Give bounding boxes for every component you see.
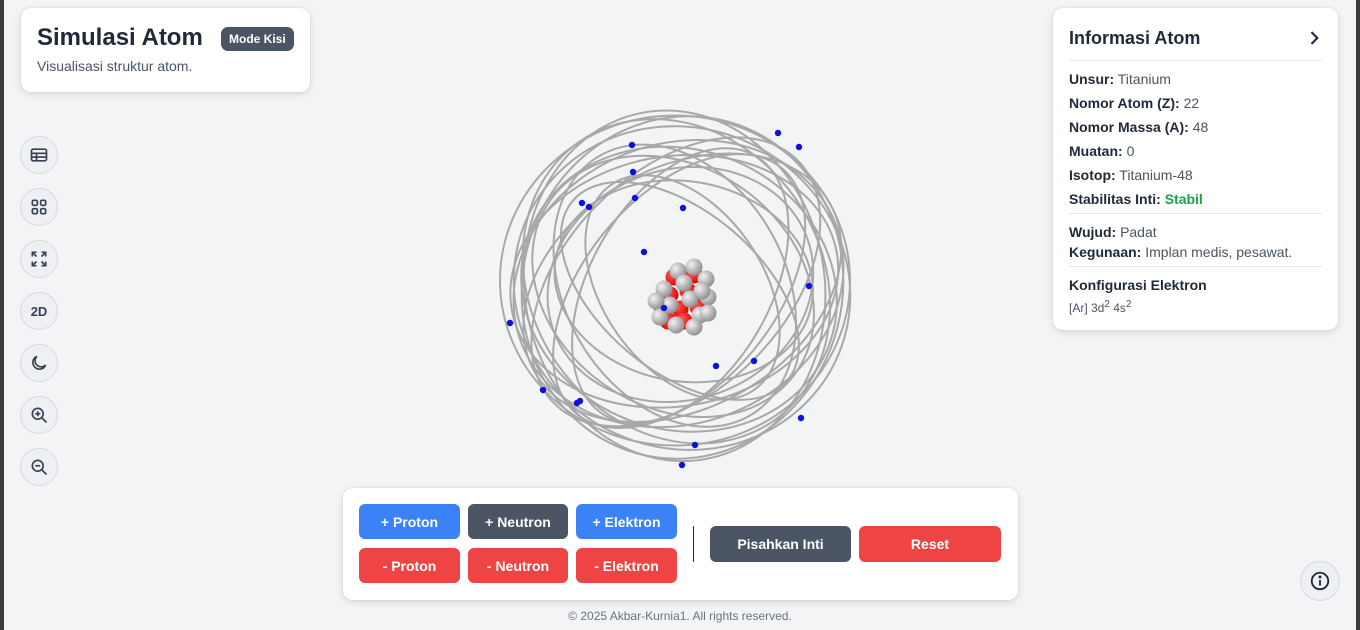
electron — [691, 441, 699, 449]
footer: © 2025 Akbar-Kurnia1. All rights reserve… — [568, 609, 792, 623]
zoom-out-icon — [31, 459, 48, 476]
info-isotope: Isotop: Titanium-48 — [1069, 167, 1193, 183]
2d-label: 2D — [30, 303, 48, 319]
add-electron-button[interactable]: + Elektron — [576, 504, 677, 539]
neutron — [667, 316, 685, 334]
moon-icon — [32, 355, 47, 370]
stability-badge: Stabil — [1164, 191, 1203, 207]
mode-badge[interactable]: Mode Kisi — [221, 27, 294, 51]
page-title: Simulasi Atom — [37, 24, 203, 51]
atom-visualization[interactable] — [494, 95, 864, 475]
split-nucleus-button[interactable]: Pisahkan Inti — [710, 526, 851, 562]
electron — [774, 129, 782, 137]
add-proton-button[interactable]: + Proton — [359, 504, 460, 539]
zoom-in-button[interactable] — [20, 396, 58, 434]
help-button[interactable] — [1300, 561, 1340, 601]
divider — [1069, 266, 1322, 267]
electron — [797, 414, 805, 422]
electron — [640, 248, 648, 256]
neutron — [693, 282, 711, 300]
electron — [628, 141, 636, 149]
neutron — [651, 308, 669, 326]
info-state: Wujud: Padat — [1069, 224, 1157, 240]
chevron-right-icon[interactable] — [1304, 28, 1324, 48]
dark-mode-button[interactable] — [20, 344, 58, 382]
grid-view-button[interactable] — [20, 188, 58, 226]
electron — [660, 304, 668, 312]
electron — [678, 461, 686, 469]
electron-config: [Ar] 3d2 4s2 — [1069, 299, 1132, 315]
electron — [576, 397, 584, 405]
electron — [506, 319, 514, 327]
info-charge: Muatan: 0 — [1069, 143, 1135, 159]
info-card: Informasi Atom Unsur: Titanium Nomor Ato… — [1053, 8, 1338, 330]
remove-proton-button[interactable]: - Proton — [359, 548, 460, 583]
electron — [795, 143, 803, 151]
electron — [539, 386, 547, 394]
electron — [585, 203, 593, 211]
fullscreen-button[interactable] — [20, 240, 58, 278]
page-subtitle: Visualisasi struktur atom. — [37, 58, 193, 74]
control-panel: + Proton + Neutron + Elektron - Proton -… — [343, 488, 1018, 600]
info-atomic-number: Nomor Atom (Z): 22 — [1069, 95, 1200, 111]
info-element: Unsur: Titanium — [1069, 71, 1171, 87]
divider — [1069, 213, 1322, 214]
neutron — [685, 318, 703, 336]
neutron — [685, 258, 703, 276]
info-icon — [1310, 571, 1330, 591]
zoom-in-icon — [31, 407, 48, 424]
table-view-button[interactable] — [20, 136, 58, 174]
divider — [693, 526, 694, 562]
info-mass-number: Nomor Massa (A): 48 — [1069, 119, 1209, 135]
electron — [578, 199, 586, 207]
electron — [712, 362, 720, 370]
remove-neutron-button[interactable]: - Neutron — [468, 548, 568, 583]
electron — [629, 168, 637, 176]
table-icon — [30, 148, 48, 162]
info-usage: Kegunaan: Implan medis, pesawat. — [1069, 244, 1293, 260]
electron — [631, 194, 639, 202]
info-stability: Stabilitas Inti: Stabil — [1069, 191, 1203, 207]
add-neutron-button[interactable]: + Neutron — [468, 504, 568, 539]
config-title: Konfigurasi Elektron — [1069, 277, 1207, 293]
grid-icon — [31, 199, 47, 215]
neutron — [675, 274, 693, 292]
expand-icon — [31, 251, 47, 267]
title-card: Simulasi Atom Mode Kisi Visualisasi stru… — [21, 8, 310, 92]
2d-toggle-button[interactable]: 2D — [20, 292, 58, 330]
electron — [750, 357, 758, 365]
neutron — [699, 304, 717, 322]
reset-button[interactable]: Reset — [859, 526, 1001, 562]
electron — [679, 204, 687, 212]
divider — [1069, 60, 1322, 61]
info-header: Informasi Atom — [1069, 28, 1201, 48]
remove-electron-button[interactable]: - Elektron — [576, 548, 677, 583]
zoom-out-button[interactable] — [20, 448, 58, 486]
electron — [805, 282, 813, 290]
